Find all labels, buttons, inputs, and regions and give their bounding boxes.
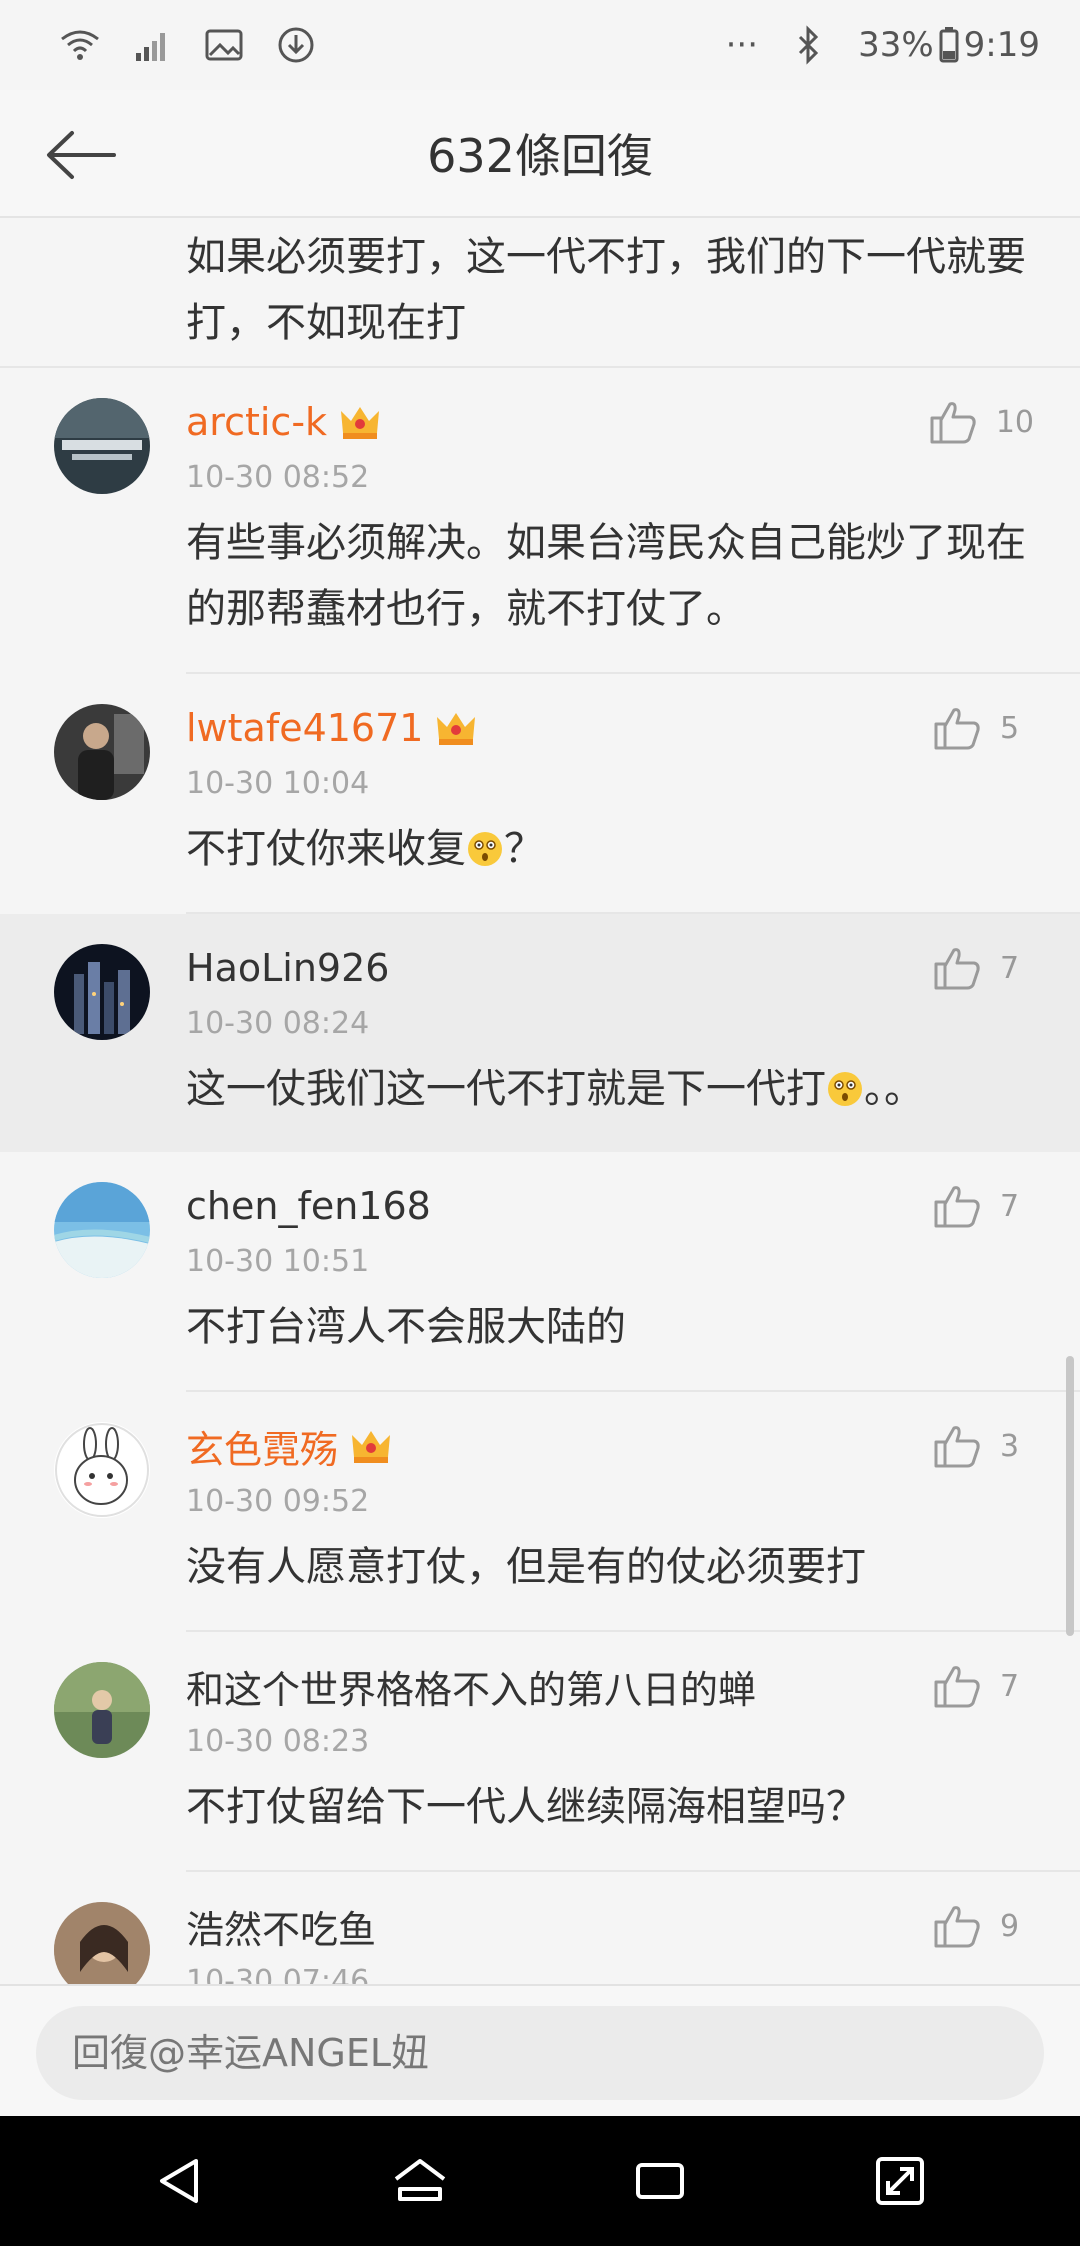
nav-back-button[interactable]	[140, 2141, 220, 2221]
comment-time: 10-30 10:51	[186, 1244, 370, 1279]
back-button[interactable]	[38, 120, 122, 190]
comment-list[interactable]: 如果必须要打，这一代不打，我们的下一代就要打，不如现在打 arctic-k 10…	[0, 218, 1080, 1984]
comment-item[interactable]: HaoLin926 10-30 08:24 这一仗我们这一代不打就是下一代打。。…	[0, 914, 1080, 1152]
gallery-icon	[202, 23, 246, 67]
battery-percent: 33%	[858, 25, 934, 65]
clock: 9:19	[963, 25, 1040, 65]
scrollbar[interactable]	[1066, 1356, 1074, 1636]
comment-text-part: 不打仗你来收复	[186, 826, 466, 872]
avatar[interactable]	[54, 1422, 150, 1518]
like-count: 9	[1000, 1908, 1020, 1944]
comment-text-part: ？	[504, 826, 544, 872]
comment-text: 这一仗我们这一代不打就是下一代打。。	[186, 1046, 1040, 1142]
avatar[interactable]	[54, 944, 150, 1040]
username[interactable]: 浩然不吃鱼	[186, 1899, 376, 1954]
vip-crown-icon	[337, 399, 383, 445]
comment-item[interactable]: 和这个世界格格不入的第八日的蝉 10-30 08:23 不打仗留给下一代人继续隔…	[0, 1632, 1080, 1872]
bluetooth-icon	[786, 23, 830, 67]
like-button[interactable]: 7	[932, 1662, 1034, 1710]
wifi-icon	[58, 23, 102, 67]
comment-time: 10-30 07:46	[186, 1964, 370, 1984]
comment-item[interactable]: 玄色霓殇 10-30 09:52 没有人愿意打仗，但是有的仗必须要打 3	[0, 1392, 1080, 1632]
username[interactable]: chen_fen168	[186, 1184, 431, 1228]
like-button[interactable]: 7	[932, 944, 1034, 992]
vip-crown-icon	[433, 705, 479, 751]
nav-recents-icon	[636, 2163, 684, 2199]
system-nav-bar	[0, 2116, 1080, 2246]
thumbs-up-icon	[930, 402, 976, 444]
avatar[interactable]	[54, 1182, 150, 1278]
nav-expand-button[interactable]	[860, 2141, 940, 2221]
download-icon	[274, 23, 318, 67]
like-count: 5	[1000, 710, 1020, 746]
comment-time: 10-30 08:52	[186, 460, 370, 495]
nav-recents-button[interactable]	[620, 2141, 700, 2221]
comment-text: 没有人愿意打仗，但是有的仗必须要打	[186, 1544, 866, 1590]
like-count: 7	[1000, 1188, 1020, 1224]
thumbs-up-icon	[934, 948, 980, 990]
page-title: 632條回復	[427, 129, 653, 183]
thumbs-up-icon	[934, 1186, 980, 1228]
thumbs-up-icon	[934, 1666, 980, 1708]
status-bar-left	[58, 23, 318, 67]
avatar[interactable]	[54, 1902, 150, 1984]
like-button[interactable]: 3	[932, 1422, 1034, 1470]
thumbs-up-icon	[934, 708, 980, 750]
username[interactable]: 和这个世界格格不入的第八日的蝉	[186, 1659, 756, 1714]
avatar[interactable]	[54, 1662, 150, 1758]
thumbs-up-icon	[934, 1906, 980, 1948]
header: 632條回復	[0, 90, 1080, 218]
avatar[interactable]	[54, 398, 150, 494]
comment-item[interactable]: arctic-k 10-30 08:52 有些事必须解决。如果台湾民众自己能炒了…	[0, 368, 1080, 674]
original-comment-text: 如果必须要打，这一代不打，我们的下一代就要打，不如现在打	[0, 218, 1080, 368]
comment-text-part: 。。	[864, 1066, 924, 1112]
battery-group: 33% 9:19	[858, 23, 1040, 67]
nav-home-icon	[394, 2159, 446, 2201]
username[interactable]: lwtafe41671	[186, 706, 423, 750]
thumbs-up-icon	[934, 1426, 980, 1468]
username[interactable]: HaoLin926	[186, 946, 389, 990]
nav-back-icon	[160, 2159, 198, 2203]
like-count: 3	[1000, 1428, 1020, 1464]
signal-icon	[130, 23, 174, 67]
reply-input[interactable]	[36, 2006, 1044, 2100]
reply-bar	[0, 1984, 1080, 2116]
comment-time: 10-30 10:04	[186, 766, 370, 801]
surprised-emoji-icon	[826, 1062, 864, 1106]
comment-item[interactable]: chen_fen168 10-30 10:51 不打台湾人不会服大陆的 7	[0, 1152, 1080, 1392]
like-button[interactable]: 10	[928, 398, 1034, 446]
avatar[interactable]	[54, 704, 150, 800]
like-button[interactable]: 5	[932, 704, 1034, 752]
comment-text-part: 这一仗我们这一代不打就是下一代打	[186, 1066, 826, 1112]
screen: ··· 33% 9:19 632條回復 如果必须要打，这一代不打，我们的下一代就…	[0, 0, 1080, 2246]
like-count: 7	[1000, 1668, 1020, 1704]
comment-text: 不打台湾人不会服大陆的	[186, 1304, 626, 1350]
more-dots: ···	[725, 25, 759, 65]
expand-icon	[876, 2157, 924, 2205]
username[interactable]: arctic-k	[186, 400, 327, 444]
like-count: 10	[995, 404, 1034, 440]
comment-time: 10-30 08:24	[186, 1006, 370, 1041]
status-bar-right: ··· 33% 9:19	[726, 23, 1040, 67]
back-arrow-icon	[47, 131, 116, 179]
like-button[interactable]: 7	[932, 1182, 1034, 1230]
surprised-emoji-icon	[466, 822, 504, 866]
vip-crown-icon	[348, 1423, 394, 1469]
username[interactable]: 玄色霓殇	[186, 1419, 338, 1474]
nav-home-button[interactable]	[380, 2141, 460, 2221]
battery-icon	[938, 23, 960, 67]
comment-time: 10-30 09:52	[186, 1484, 370, 1519]
comment-time: 10-30 08:23	[186, 1724, 370, 1759]
comment-text: 不打仗留给下一代人继续隔海相望吗？	[186, 1784, 866, 1830]
status-bar: ··· 33% 9:19	[0, 0, 1080, 90]
comment-item[interactable]: 浩然不吃鱼 10-30 07:46 9	[0, 1872, 1080, 1984]
comment-text: 不打仗你来收复 ？	[186, 806, 1040, 902]
comment-item[interactable]: lwtafe41671 10-30 10:04 不打仗你来收复 ？ 5	[0, 674, 1080, 914]
like-button[interactable]: 9	[932, 1902, 1034, 1950]
like-count: 7	[1000, 950, 1020, 986]
comment-text: 有些事必须解决。如果台湾民众自己能炒了现在的那帮蠢材也行，就不打仗了。	[186, 520, 1026, 632]
